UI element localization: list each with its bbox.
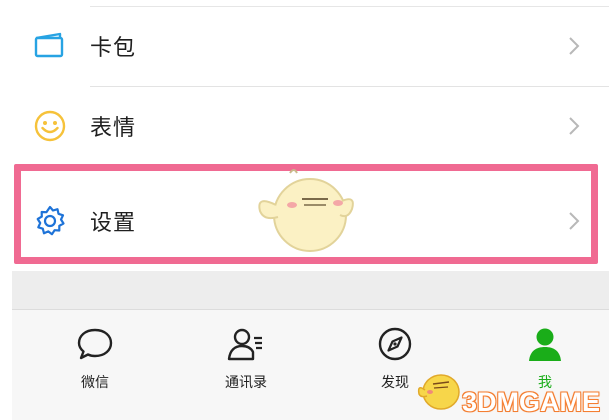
- divider: [90, 6, 609, 7]
- chat-bubble-icon: [77, 328, 113, 360]
- emoji-smile-icon: [34, 110, 66, 142]
- tab-chats[interactable]: 微信: [50, 318, 140, 398]
- contacts-icon: [227, 328, 262, 361]
- chevron-right-icon: [569, 37, 580, 55]
- compass-icon: [378, 327, 412, 361]
- section-gap: [12, 271, 609, 309]
- card-wallet-icon: [34, 32, 64, 58]
- watermark-mascot-icon: [417, 374, 460, 410]
- list-item-label: 设置: [90, 211, 137, 236]
- settings-gear-icon: [36, 205, 65, 236]
- list-item-stickers[interactable]: 表情: [0, 88, 609, 164]
- list-item-label: 卡包: [90, 36, 137, 61]
- chick-mascot-icon: [258, 169, 354, 252]
- tab-label: 微信: [81, 375, 109, 391]
- person-icon: [529, 328, 561, 361]
- list-item-cards[interactable]: 卡包: [0, 8, 609, 84]
- tab-me[interactable]: 我: [500, 318, 590, 398]
- divider: [90, 86, 609, 87]
- list-item-label: 表情: [90, 116, 137, 141]
- me-screen: 卡包 表情 设置 微信 通讯录 发现 我 3DMGAME: [0, 0, 609, 420]
- chevron-right-icon: [569, 117, 580, 135]
- watermark-text: 3DMGAME: [462, 387, 601, 417]
- chevron-right-icon: [569, 212, 580, 230]
- tab-label: 通讯录: [225, 375, 267, 391]
- tab-contacts[interactable]: 通讯录: [201, 318, 291, 398]
